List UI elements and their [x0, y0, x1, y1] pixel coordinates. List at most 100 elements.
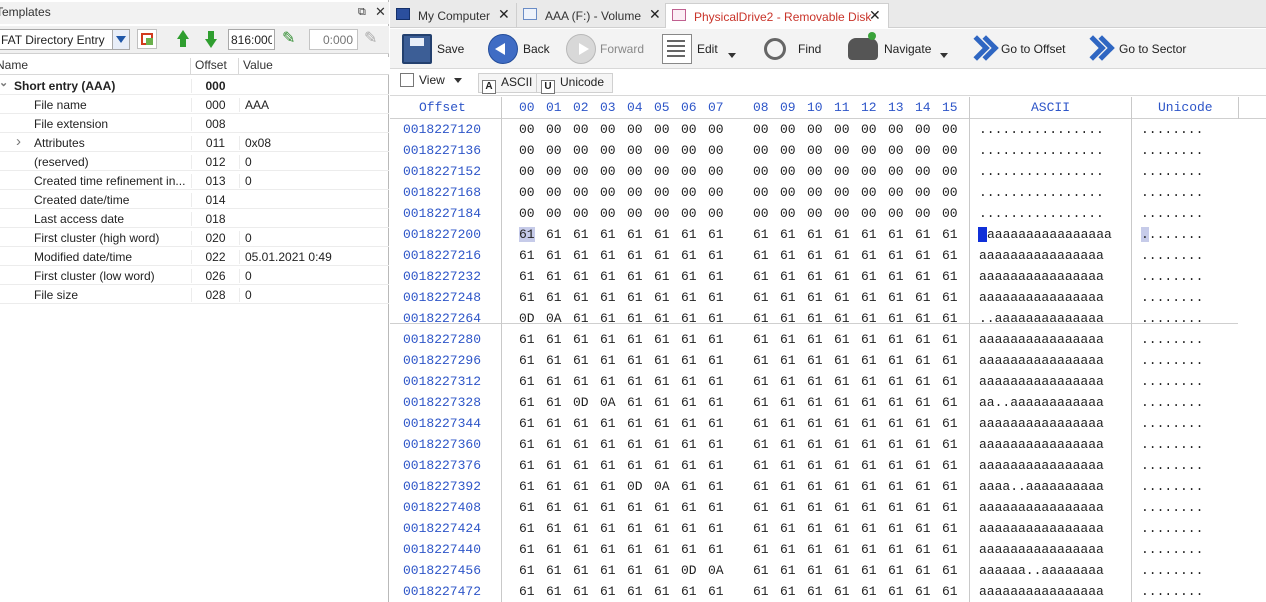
hex-byte[interactable]: 61 — [654, 416, 670, 431]
hex-byte[interactable]: 00 — [708, 185, 724, 200]
hex-byte[interactable]: 61 — [915, 248, 931, 263]
hex-byte[interactable]: 00 — [888, 143, 904, 158]
tab-volume[interactable]: AAA (F:) - Volume ✕ — [516, 3, 662, 27]
hex-byte[interactable]: 61 — [807, 416, 823, 431]
hex-byte[interactable]: 00 — [573, 185, 589, 200]
hex-row[interactable]: 0018227376 61 61 61 61 61 61 61 61 61 61 61 61 61 61 61… — [390, 455, 1266, 476]
hex-byte[interactable]: 61 — [834, 395, 850, 410]
hex-byte[interactable]: 61 — [600, 458, 616, 473]
hex-byte[interactable]: 61 — [942, 479, 958, 494]
hex-byte[interactable]: 61 — [627, 542, 643, 557]
hex-byte[interactable]: 61 — [654, 290, 670, 305]
hex-byte[interactable]: 61 — [546, 416, 562, 431]
hex-byte[interactable]: 61 — [519, 227, 535, 242]
hex-byte[interactable]: 61 — [627, 584, 643, 599]
hex-byte[interactable]: 61 — [942, 269, 958, 284]
hex-byte[interactable]: 61 — [708, 437, 724, 452]
hex-byte[interactable]: 61 — [780, 269, 796, 284]
hex-byte[interactable]: 61 — [708, 458, 724, 473]
hex-byte[interactable]: 00 — [519, 164, 535, 179]
row-offset[interactable]: 0018227232 — [403, 269, 481, 284]
hex-byte[interactable]: 61 — [753, 374, 769, 389]
hex-byte[interactable]: 61 — [654, 374, 670, 389]
hex-byte[interactable]: 00 — [942, 206, 958, 221]
hex-byte[interactable]: 61 — [753, 521, 769, 536]
hex-byte[interactable]: 61 — [942, 584, 958, 599]
ascii-text[interactable]: ................ — [979, 206, 1104, 221]
back-button[interactable]: Back — [488, 32, 550, 66]
hex-byte[interactable]: 61 — [807, 374, 823, 389]
template-row[interactable]: (reserved) 012 0 — [0, 152, 389, 171]
hex-byte[interactable]: 61 — [888, 332, 904, 347]
hex-byte[interactable]: 61 — [888, 521, 904, 536]
hex-byte[interactable]: 00 — [753, 185, 769, 200]
hex-byte[interactable]: 61 — [807, 563, 823, 578]
hex-byte[interactable]: 61 — [807, 269, 823, 284]
hex-byte[interactable]: 61 — [888, 374, 904, 389]
hex-row[interactable]: 0018227408 61 61 61 61 61 61 61 61 61 61 61 61 61 61 61… — [390, 497, 1266, 518]
unicode-text[interactable]: ........ — [1141, 521, 1203, 536]
hex-byte[interactable]: 61 — [807, 584, 823, 599]
hex-byte[interactable]: 00 — [780, 185, 796, 200]
hex-byte[interactable]: 00 — [942, 185, 958, 200]
hex-byte[interactable]: 61 — [573, 290, 589, 305]
hex-byte[interactable]: 00 — [519, 143, 535, 158]
hex-byte[interactable]: 61 — [600, 584, 616, 599]
template-row[interactable]: File name 000 AAA — [0, 95, 389, 114]
hex-byte[interactable]: 61 — [834, 437, 850, 452]
unicode-text[interactable]: ........ — [1141, 143, 1203, 158]
ascii-text[interactable]: aaaaaaaaaaaaaaaa — [979, 332, 1104, 347]
template-row[interactable]: ⌄ Short entry (AAA) 000 — [0, 76, 389, 95]
hex-byte[interactable]: 00 — [807, 164, 823, 179]
hex-byte[interactable]: 00 — [753, 206, 769, 221]
template-offset-input-2[interactable] — [309, 29, 358, 50]
hex-byte[interactable]: 61 — [753, 437, 769, 452]
unicode-text[interactable]: ........ — [1141, 185, 1203, 200]
hex-byte[interactable]: 61 — [780, 479, 796, 494]
hex-view[interactable]: Offset 00 01 02 03 04 05 06 07 08 09 10 11 12 13 14 15 … — [390, 97, 1266, 602]
hex-byte[interactable]: 61 — [519, 290, 535, 305]
hex-byte[interactable]: 61 — [861, 395, 877, 410]
ascii-text[interactable]: aaaaaaaaaaaaaaaa — [979, 269, 1104, 284]
unicode-text[interactable]: ........ — [1141, 332, 1203, 347]
hex-byte[interactable]: 61 — [915, 395, 931, 410]
go-to-offset-button[interactable]: Go to Offset — [968, 32, 1068, 66]
hex-byte[interactable]: 61 — [654, 227, 670, 242]
template-row[interactable]: Created date/time 014 — [0, 190, 389, 209]
hex-byte[interactable]: 00 — [627, 164, 643, 179]
hex-byte[interactable]: 00 — [627, 206, 643, 221]
hex-byte[interactable]: 61 — [753, 227, 769, 242]
unicode-text[interactable]: ........ — [1141, 437, 1203, 452]
row-offset[interactable]: 0018227280 — [403, 332, 481, 347]
hex-byte[interactable]: 61 — [780, 458, 796, 473]
hex-row[interactable]: 0018227184 00 00 00 00 00 00 00 00 00 00 00 00 00 00 00… — [390, 203, 1266, 224]
hex-byte[interactable]: 00 — [600, 185, 616, 200]
hex-byte[interactable]: 61 — [915, 416, 931, 431]
hex-byte[interactable]: 61 — [519, 479, 535, 494]
hex-byte[interactable]: 61 — [600, 353, 616, 368]
hex-byte[interactable]: 61 — [546, 500, 562, 515]
hex-byte[interactable]: 61 — [546, 248, 562, 263]
hex-byte[interactable]: 61 — [708, 374, 724, 389]
template-row[interactable]: First cluster (low word) 026 0 — [0, 266, 389, 285]
hex-byte[interactable]: 61 — [942, 521, 958, 536]
hex-byte[interactable]: 61 — [573, 227, 589, 242]
hex-row[interactable]: 0018227264 0D 0A 61 61 61 61 61 61 61 61 61 61 61 61 61… — [390, 308, 1266, 329]
hex-byte[interactable]: 61 — [681, 248, 697, 263]
row-offset[interactable]: 0018227168 — [403, 185, 481, 200]
hex-byte[interactable]: 61 — [942, 563, 958, 578]
hex-byte[interactable]: 61 — [627, 500, 643, 515]
hex-byte[interactable]: 00 — [915, 185, 931, 200]
row-offset[interactable]: 0018227456 — [403, 563, 481, 578]
hex-byte[interactable]: 00 — [834, 164, 850, 179]
hex-byte[interactable]: 61 — [753, 563, 769, 578]
ascii-text[interactable]: aaaaaaaaaaaaaaaa — [979, 500, 1104, 515]
template-field-value[interactable]: AAA — [239, 98, 389, 112]
hex-byte[interactable]: 61 — [600, 542, 616, 557]
hex-byte[interactable]: 61 — [681, 542, 697, 557]
hex-byte[interactable]: 61 — [519, 248, 535, 263]
view-button[interactable]: View — [400, 73, 463, 93]
hex-byte[interactable]: 61 — [573, 374, 589, 389]
hex-byte[interactable]: 61 — [681, 269, 697, 284]
hex-byte[interactable]: 61 — [681, 290, 697, 305]
